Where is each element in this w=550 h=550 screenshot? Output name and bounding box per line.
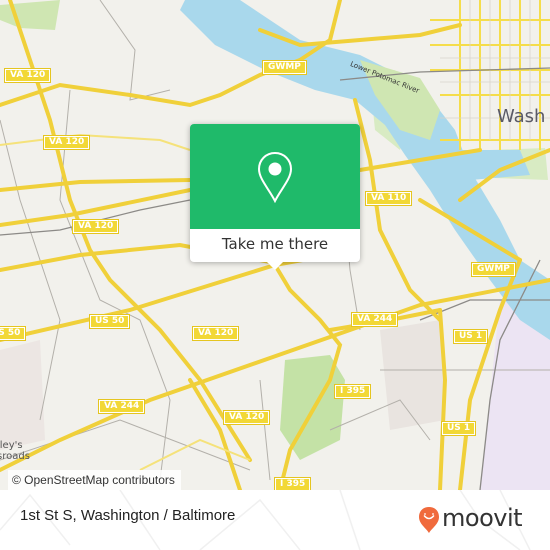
location-title: 1st St S, Washington / Baltimore (20, 507, 236, 524)
road-shield-us50: US 50 (88, 314, 131, 329)
road-shield-va120: VA 120 (71, 219, 120, 234)
road-shield-va120: VA 120 (3, 68, 52, 83)
road-shield-gwmp: GWMP (471, 262, 516, 277)
moovit-wordmark: moovit (442, 504, 523, 532)
road-shield-us1: US 1 (452, 329, 489, 344)
road-shield-va244: VA 244 (97, 399, 146, 414)
road-shield-us50: US 50 (0, 326, 27, 341)
take-me-there-button[interactable]: Take me there (190, 229, 360, 262)
road-shield-va120: VA 120 (222, 410, 271, 425)
city-label: Wash (497, 106, 546, 127)
road-shield-i395: I 395 (273, 477, 312, 490)
road-shield-va244: VA 244 (350, 312, 399, 327)
road-shield-gwmp: GWMP (262, 60, 307, 75)
moovit-pin-icon (419, 507, 439, 533)
popup-header (190, 124, 360, 229)
popup-pointer (267, 262, 283, 270)
town-label: iley's sroads (0, 440, 30, 462)
road-shield-va120: VA 120 (191, 326, 240, 341)
road-shield-va110: VA 110 (364, 191, 413, 206)
map-view[interactable]: VA 120 VA 120 VA 120 VA 120 VA 120 GWMP … (0, 0, 550, 490)
town-label-line: sroads (0, 451, 30, 462)
road-shield-va120: VA 120 (42, 135, 91, 150)
map-pin-icon (257, 151, 293, 203)
road-shield-us1: US 1 (440, 421, 477, 436)
map-attribution[interactable]: © OpenStreetMap contributors (8, 470, 181, 490)
road-shield-i395: I 395 (333, 384, 372, 399)
footer-bar: 1st St S, Washington / Baltimore moovit (0, 490, 550, 550)
location-popup: Take me there (190, 124, 360, 270)
town-label-line: iley's (0, 440, 23, 451)
